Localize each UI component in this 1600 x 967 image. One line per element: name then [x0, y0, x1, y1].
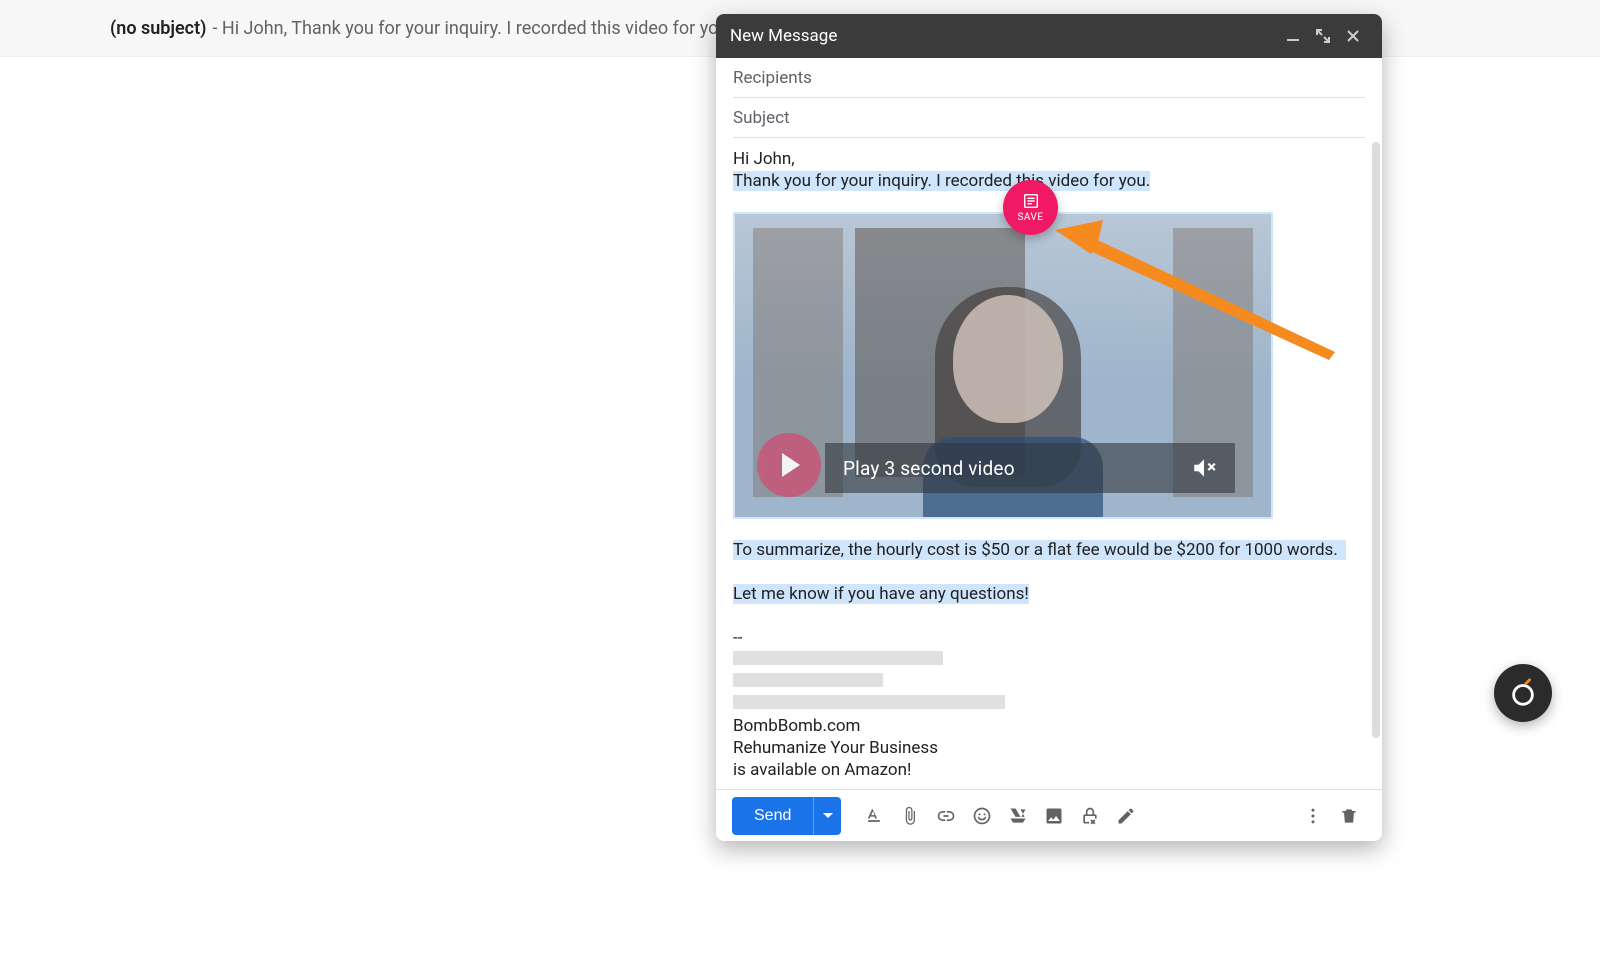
play-icon[interactable] — [757, 433, 821, 497]
more-options-icon[interactable] — [1296, 799, 1330, 833]
recipients-field[interactable]: Recipients — [733, 58, 1365, 98]
subject-field[interactable]: Subject — [733, 98, 1365, 138]
send-button[interactable]: Send — [732, 797, 813, 835]
body-line: Hi John, — [733, 148, 1365, 170]
compose-scrollbar[interactable] — [1372, 142, 1380, 738]
video-thumbnail[interactable]: Play 3 second video — [733, 212, 1273, 519]
body-line: To summarize, the hourly cost is $50 or … — [733, 539, 1365, 561]
compose-window: New Message Recipients Subject Hi John, … — [716, 14, 1382, 841]
body-line: Let me know if you have any questions! — [733, 583, 1365, 605]
compose-titlebar[interactable]: New Message — [716, 14, 1382, 58]
video-play-label-bar[interactable]: Play 3 second video — [825, 443, 1235, 493]
body-line — [733, 605, 1365, 627]
attach-icon[interactable] — [893, 799, 927, 833]
body-line — [733, 561, 1365, 583]
compose-toolbar: Send — [716, 789, 1382, 841]
signature-line: Rehumanize Your Business — [733, 737, 1365, 759]
discard-icon[interactable] — [1332, 799, 1366, 833]
close-icon[interactable] — [1338, 21, 1368, 51]
emoji-icon[interactable] — [965, 799, 999, 833]
mute-icon[interactable] — [1191, 455, 1217, 481]
signature-redacted — [733, 693, 1365, 715]
send-options-dropdown[interactable] — [813, 797, 841, 835]
signature-separator: -- — [733, 627, 1365, 649]
save-fab-label: SAVE — [1017, 212, 1043, 223]
minimize-icon[interactable] — [1278, 21, 1308, 51]
video-play-label: Play 3 second video — [843, 457, 1015, 480]
link-icon[interactable] — [929, 799, 963, 833]
signature-line: is available on Amazon! — [733, 759, 1365, 781]
save-fab[interactable]: SAVE — [1003, 180, 1058, 235]
send-button-group: Send — [732, 797, 841, 835]
photo-icon[interactable] — [1037, 799, 1071, 833]
signature-icon[interactable] — [1109, 799, 1143, 833]
confidential-icon[interactable] — [1073, 799, 1107, 833]
fullscreen-icon[interactable] — [1308, 21, 1338, 51]
signature-redacted — [733, 671, 1365, 693]
formatting-icon[interactable] — [857, 799, 891, 833]
bombbomb-widget[interactable] — [1494, 664, 1552, 722]
draft-subject: (no subject) — [110, 18, 206, 39]
compose-title-text: New Message — [730, 26, 837, 46]
signature-line: BombBomb.com — [733, 715, 1365, 737]
drive-icon[interactable] — [1001, 799, 1035, 833]
draft-preview: - Hi John, Thank you for your inquiry. I… — [212, 18, 796, 39]
signature-redacted — [733, 649, 1365, 671]
compose-header-fields: Recipients Subject — [716, 58, 1382, 138]
compose-body[interactable]: Hi John, Thank you for your inquiry. I r… — [716, 138, 1382, 789]
